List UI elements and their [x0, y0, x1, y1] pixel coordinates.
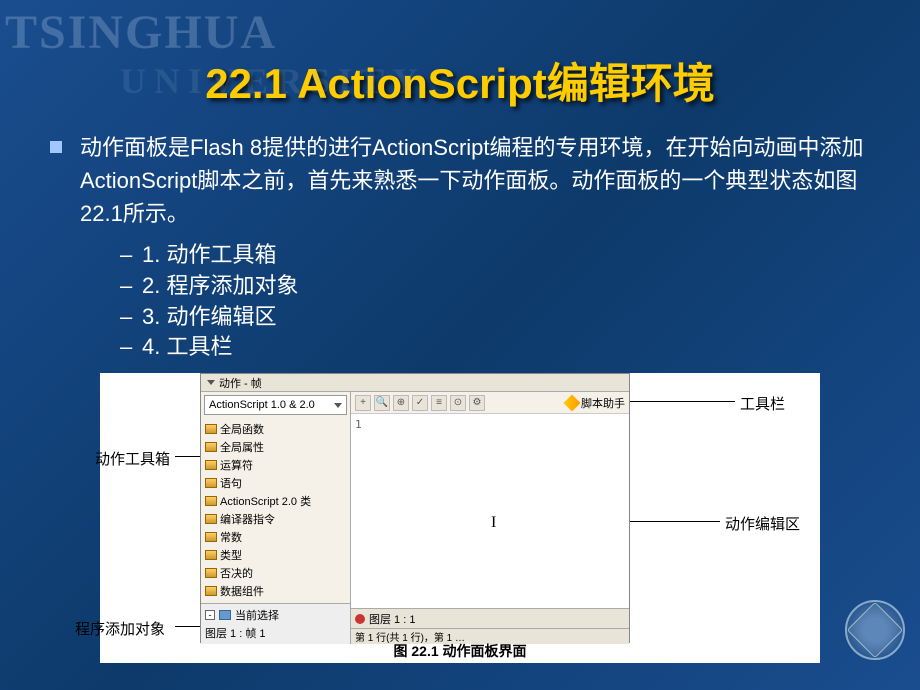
tree-item[interactable]: ActionScript 2.0 类: [203, 492, 348, 510]
leader-edit-area: [630, 521, 720, 522]
dropdown-arrow-icon: [334, 403, 342, 408]
book-icon: [205, 568, 217, 578]
editor-tab-row: 图层 1 : 1: [351, 608, 629, 628]
code-hint-button[interactable]: ⊙: [450, 395, 466, 411]
tree-item[interactable]: 全局函数: [203, 420, 348, 438]
collapse-icon[interactable]: -: [205, 610, 215, 620]
figure-caption: 图 22.1 动作面板界面: [100, 641, 820, 661]
label-edit-area: 动作编辑区: [725, 513, 800, 534]
watermark-tsinghua: TSINGHUA: [5, 5, 277, 60]
book-icon: [205, 532, 217, 542]
label-toolbox: 动作工具箱: [95, 448, 170, 469]
tree-label: 全局函数: [220, 421, 264, 437]
watermark-university: UNIVERSITY: [120, 60, 426, 102]
pin-icon[interactable]: [355, 614, 365, 624]
text-cursor-icon: I: [491, 514, 496, 532]
university-logo: [845, 600, 905, 660]
actions-panel: 动作 - 帧 ActionScript 1.0 & 2.0 全局函数 全局属性 …: [200, 373, 630, 643]
script-editor[interactable]: 1 I: [351, 414, 629, 608]
tree-item[interactable]: 运算符: [203, 456, 348, 474]
book-icon: [205, 496, 217, 506]
sub-item-1: 1. 动作工具箱: [120, 240, 870, 271]
line-number: 1: [355, 418, 362, 431]
main-paragraph: 动作面板是Flash 8提供的进行ActionScript编程的专用环境，在开始…: [80, 135, 864, 226]
sub-list: 1. 动作工具箱 2. 程序添加对象 3. 动作编辑区 4. 工具栏: [50, 240, 870, 363]
tree-label: 否决的: [220, 565, 253, 581]
editor-toolbar: + 🔍 ⊕ ✓ ≡ ⊙ ⚙ 脚本助手: [351, 392, 629, 414]
current-selection-header[interactable]: - 当前选择: [205, 606, 346, 624]
tree-item[interactable]: 全局属性: [203, 438, 348, 456]
label-add-target: 程序添加对象: [75, 618, 165, 639]
tree-label: 类型: [220, 547, 242, 563]
selection-icon: [219, 610, 231, 620]
content-area: 动作面板是Flash 8提供的进行ActionScript编程的专用环境，在开始…: [0, 131, 920, 663]
version-text: ActionScript 1.0 & 2.0: [209, 399, 315, 411]
label-toolbar: 工具栏: [740, 393, 785, 414]
leader-toolbar: [630, 401, 735, 402]
logo-inner-icon: [847, 602, 904, 659]
current-selection-label: 当前选择: [235, 607, 279, 623]
book-icon: [205, 478, 217, 488]
wand-icon: [564, 394, 581, 411]
book-icon: [205, 586, 217, 596]
book-icon: [205, 424, 217, 434]
square-bullet-icon: [50, 141, 62, 153]
sub-item-4: 4. 工具栏: [120, 332, 870, 363]
check-syntax-button[interactable]: ✓: [412, 395, 428, 411]
current-selection-pane: - 当前选择 图层 1 : 帧 1: [201, 603, 350, 644]
debug-button[interactable]: ⚙: [469, 395, 485, 411]
script-assist-toggle[interactable]: 脚本助手: [566, 395, 625, 411]
tree-label: ActionScript 2.0 类: [220, 493, 311, 509]
sub-item-3: 3. 动作编辑区: [120, 302, 870, 333]
tree-label: 编译器指令: [220, 511, 275, 527]
tree-label: 语句: [220, 475, 242, 491]
panel-titlebar[interactable]: 动作 - 帧: [201, 374, 629, 392]
find-button[interactable]: 🔍: [374, 395, 390, 411]
tree-label: 运算符: [220, 457, 253, 473]
panel-title-text: 动作 - 帧: [219, 375, 262, 391]
tree-item[interactable]: 数据组件: [203, 582, 348, 600]
auto-format-button[interactable]: ≡: [431, 395, 447, 411]
sub-item-2: 2. 程序添加对象: [120, 271, 870, 302]
current-selection-item[interactable]: 图层 1 : 帧 1: [205, 624, 346, 642]
book-icon: [205, 460, 217, 470]
tree-item[interactable]: 语句: [203, 474, 348, 492]
panel-body: ActionScript 1.0 & 2.0 全局函数 全局属性 运算符 语句 …: [201, 392, 629, 644]
figure-area: 动作工具箱 程序添加对象 工具栏 动作编辑区 动作 - 帧 ActionScri…: [100, 373, 820, 663]
collapse-triangle-icon[interactable]: [207, 380, 215, 385]
main-paragraph-wrap: 动作面板是Flash 8提供的进行ActionScript编程的专用环境，在开始…: [50, 131, 870, 230]
actions-tree[interactable]: 全局函数 全局属性 运算符 语句 ActionScript 2.0 类 编译器指…: [201, 418, 350, 603]
right-pane: + 🔍 ⊕ ✓ ≡ ⊙ ⚙ 脚本助手: [351, 392, 629, 644]
add-script-button[interactable]: +: [355, 395, 371, 411]
tree-label: 数据组件: [220, 583, 264, 599]
tree-label: 常数: [220, 529, 242, 545]
script-help-label: 脚本助手: [581, 395, 625, 411]
target-button[interactable]: ⊕: [393, 395, 409, 411]
tree-item[interactable]: 否决的: [203, 564, 348, 582]
toolbar-icons: + 🔍 ⊕ ✓ ≡ ⊙ ⚙: [355, 395, 485, 411]
book-icon: [205, 514, 217, 524]
tab-label[interactable]: 图层 1 : 1: [369, 611, 415, 627]
version-dropdown[interactable]: ActionScript 1.0 & 2.0: [204, 395, 347, 415]
tree-item[interactable]: 编译器指令: [203, 510, 348, 528]
tree-label: 全局属性: [220, 439, 264, 455]
book-icon: [205, 550, 217, 560]
tree-item[interactable]: 类型: [203, 546, 348, 564]
left-pane: ActionScript 1.0 & 2.0 全局函数 全局属性 运算符 语句 …: [201, 392, 351, 644]
current-selection-text: 图层 1 : 帧 1: [205, 625, 266, 641]
book-icon: [205, 442, 217, 452]
tree-item[interactable]: 常数: [203, 528, 348, 546]
